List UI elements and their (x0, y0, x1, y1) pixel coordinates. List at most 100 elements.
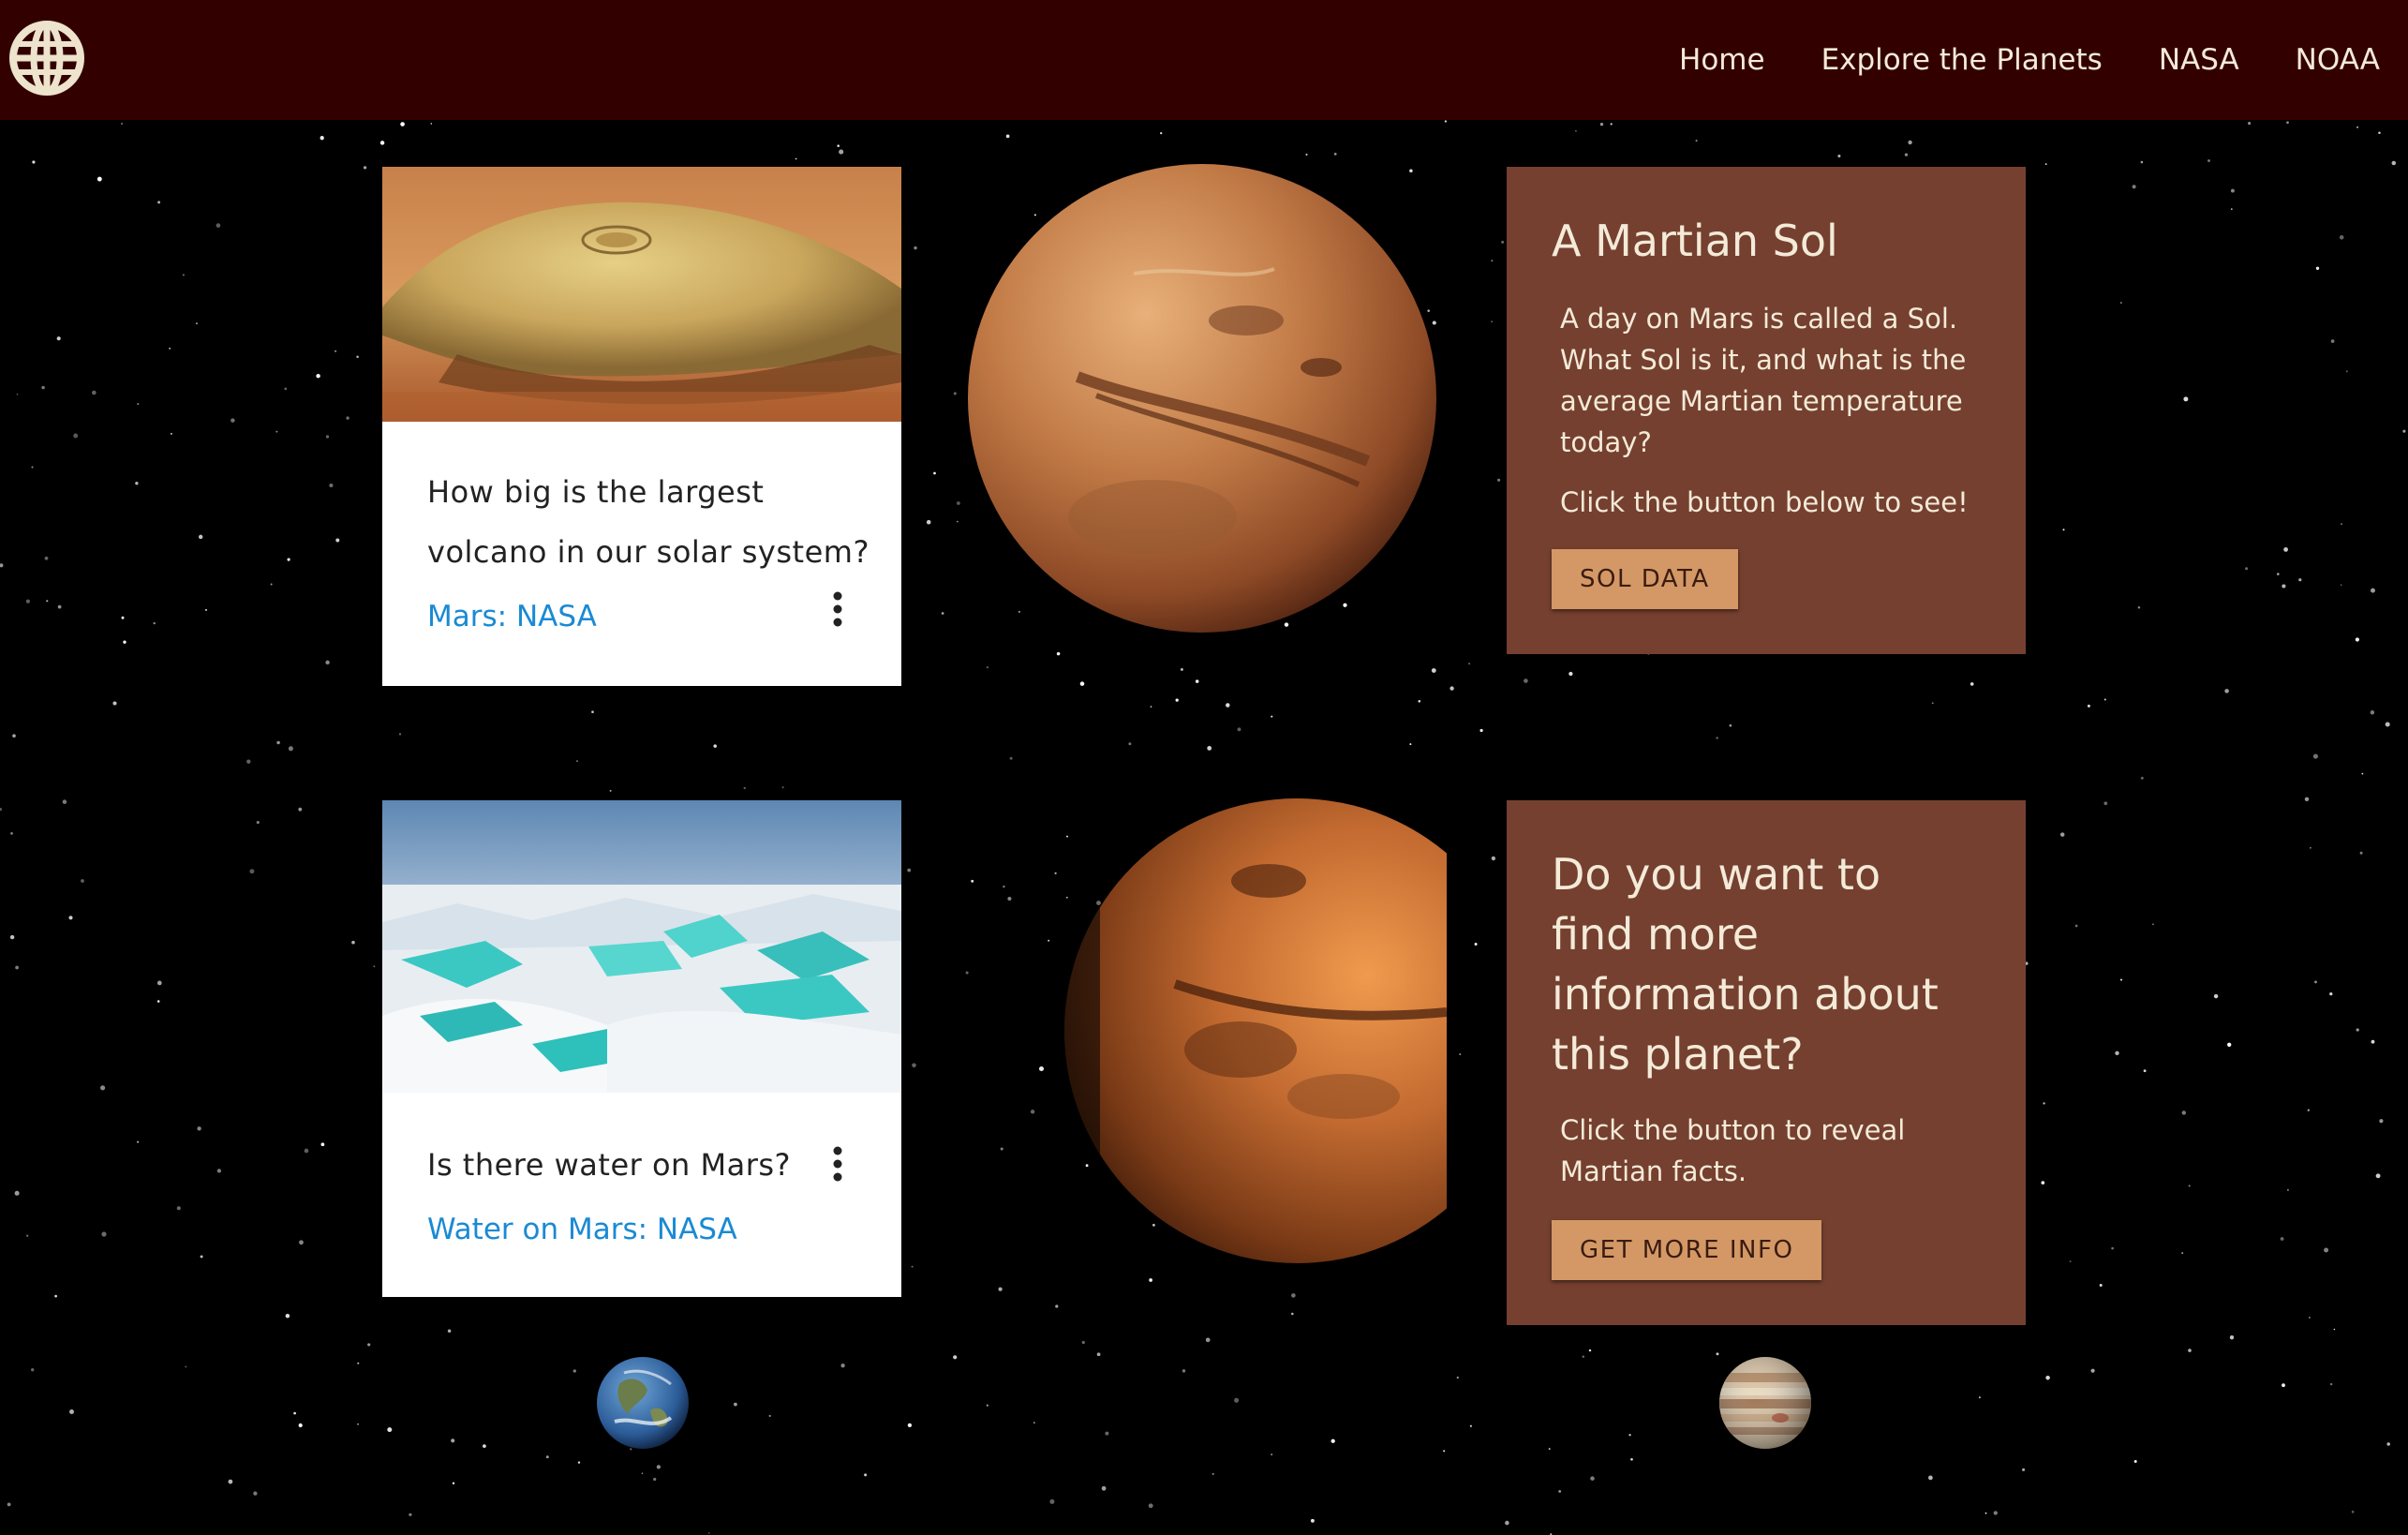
nav-links: Home Explore the Planets NASA NOAA (1679, 0, 2380, 120)
star (2312, 753, 2318, 759)
get-more-info-button[interactable]: GET MORE INFO (1552, 1220, 1822, 1280)
star (1271, 715, 1273, 718)
star (195, 322, 199, 325)
star (914, 246, 917, 250)
star (2378, 131, 2381, 135)
star (2229, 1335, 2235, 1340)
earth-image (597, 1357, 689, 1449)
star (907, 868, 912, 872)
star (572, 1369, 576, 1373)
star (2333, 1328, 2336, 1331)
star (2230, 188, 2235, 193)
star (2062, 529, 2065, 531)
nav-nasa[interactable]: NASA (2159, 43, 2239, 77)
star (957, 501, 960, 505)
star (379, 141, 385, 145)
star (2022, 1468, 2026, 1471)
star (1226, 703, 1230, 708)
star (284, 387, 288, 391)
star (926, 519, 931, 525)
star (185, 1365, 187, 1368)
star (656, 1465, 661, 1469)
star (2140, 160, 2144, 164)
star (2345, 370, 2348, 373)
star (81, 879, 84, 883)
star (2280, 1237, 2284, 1241)
more-info-panel: Do you want to find more information abo… (1507, 800, 2026, 1325)
star (2359, 851, 2363, 855)
card-title-line-1: How big is the largest (427, 474, 765, 510)
star (1148, 1503, 1153, 1509)
star (10, 832, 13, 835)
star (2361, 772, 2364, 775)
panel-text-line-4: today? (1560, 426, 1652, 458)
star (1993, 1511, 1998, 1515)
olympus-mons-volcano-image (382, 167, 901, 422)
mars-image (968, 164, 1436, 633)
mars-nasa-link[interactable]: Mars: NASA (427, 600, 597, 633)
star (256, 821, 260, 825)
star (768, 1414, 771, 1418)
water-on-mars-link[interactable]: Water on Mars: NASA (427, 1213, 737, 1246)
star (2133, 1460, 2137, 1463)
star (1599, 122, 1604, 127)
panel-title-line-4: this planet? (1552, 1029, 1804, 1080)
star (2371, 1039, 2375, 1044)
star (1079, 681, 1085, 686)
star (2386, 1442, 2390, 1446)
star (2044, 163, 2047, 165)
star (2330, 339, 2335, 343)
star (2245, 567, 2249, 571)
star (100, 1085, 106, 1091)
more-vertical-icon[interactable] (832, 590, 843, 628)
star (1175, 698, 1179, 702)
star (2277, 573, 2280, 575)
nav-home[interactable]: Home (1679, 43, 1765, 77)
star (1524, 678, 1528, 683)
star (1984, 1512, 1987, 1514)
star (123, 640, 126, 644)
star (933, 471, 936, 475)
star (1904, 153, 1909, 156)
star (1160, 132, 1163, 135)
panel-text-line-3: average Martian temperature (1560, 385, 1963, 417)
star (2248, 122, 2252, 126)
star (1469, 1424, 1473, 1427)
star (986, 666, 988, 669)
star (2143, 1069, 2147, 1073)
page: Home Explore the Planets NASA NOAA How b… (0, 0, 2408, 1535)
star (2355, 637, 2359, 642)
star (1970, 682, 1974, 686)
star (9, 934, 15, 940)
panel-title: A Martian Sol (1552, 216, 1838, 266)
star (329, 483, 334, 488)
star (12, 734, 16, 738)
star (2379, 1119, 2384, 1124)
star (1000, 1147, 1003, 1151)
globe-icon[interactable] (7, 19, 86, 97)
ice-landscape-image (382, 800, 901, 1093)
star (713, 744, 717, 748)
star (299, 1240, 304, 1245)
star (228, 1479, 233, 1484)
star (1548, 1448, 1551, 1451)
star (2213, 993, 2219, 999)
star (1333, 153, 1337, 156)
more-vertical-icon[interactable] (832, 1145, 843, 1183)
star (320, 1142, 325, 1147)
nav-explore-planets[interactable]: Explore the Planets (1821, 43, 2103, 77)
star (101, 1231, 107, 1237)
star (2111, 1246, 2114, 1250)
star (1497, 478, 1501, 482)
star (14, 1190, 20, 1196)
star (216, 223, 221, 228)
star (400, 122, 405, 127)
sol-data-button[interactable]: SOL DATA (1552, 549, 1738, 609)
star (1501, 240, 1505, 244)
star (837, 144, 840, 147)
martian-sol-panel: A Martian Sol A day on Mars is called a … (1507, 167, 2026, 654)
star (986, 1404, 988, 1407)
star (2282, 1383, 2285, 1388)
panel-title-line-2: find more (1552, 909, 1760, 960)
nav-noaa[interactable]: NOAA (2296, 43, 2380, 77)
